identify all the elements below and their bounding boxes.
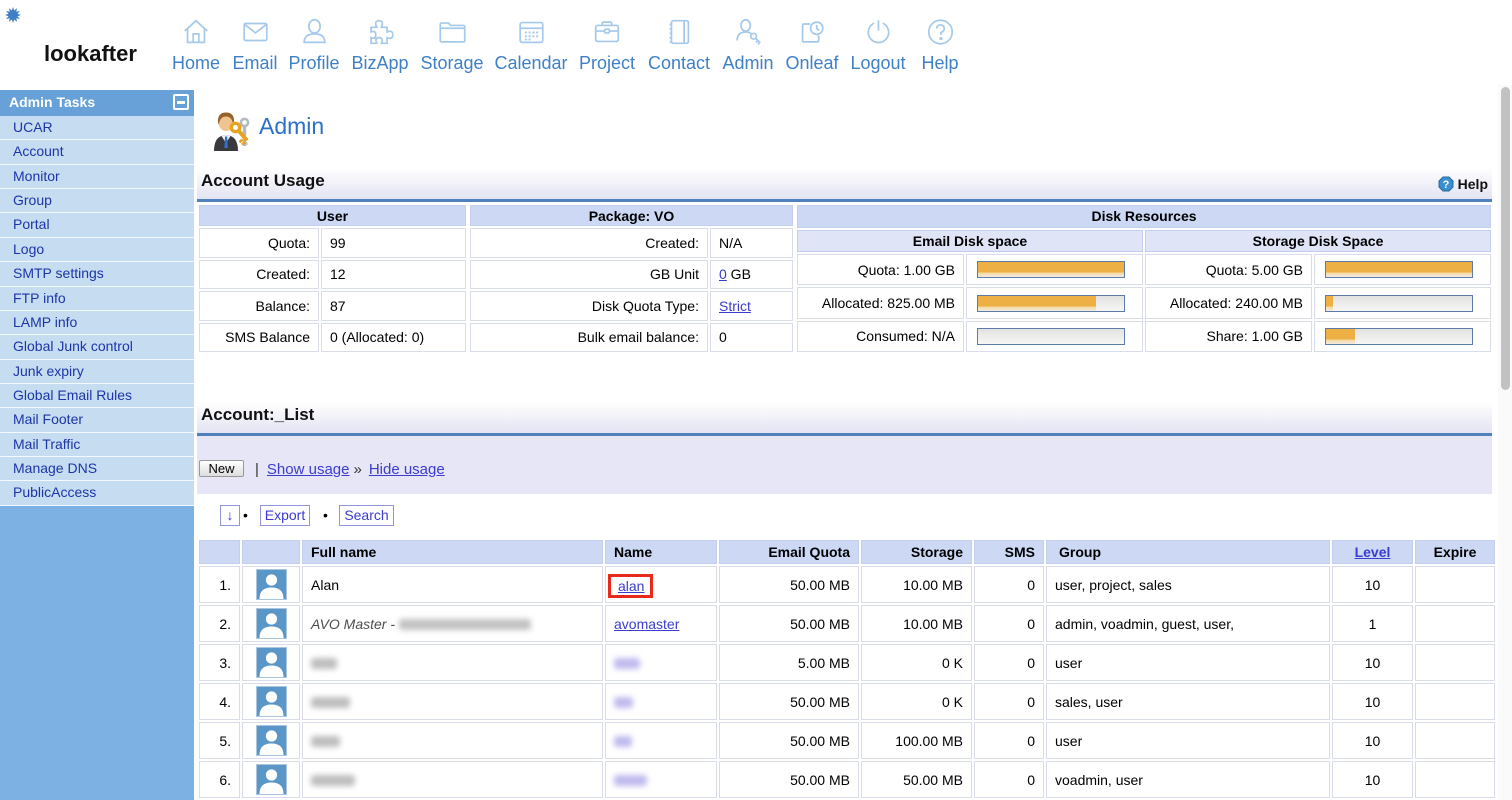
svg-text:?: ? (1442, 179, 1449, 191)
